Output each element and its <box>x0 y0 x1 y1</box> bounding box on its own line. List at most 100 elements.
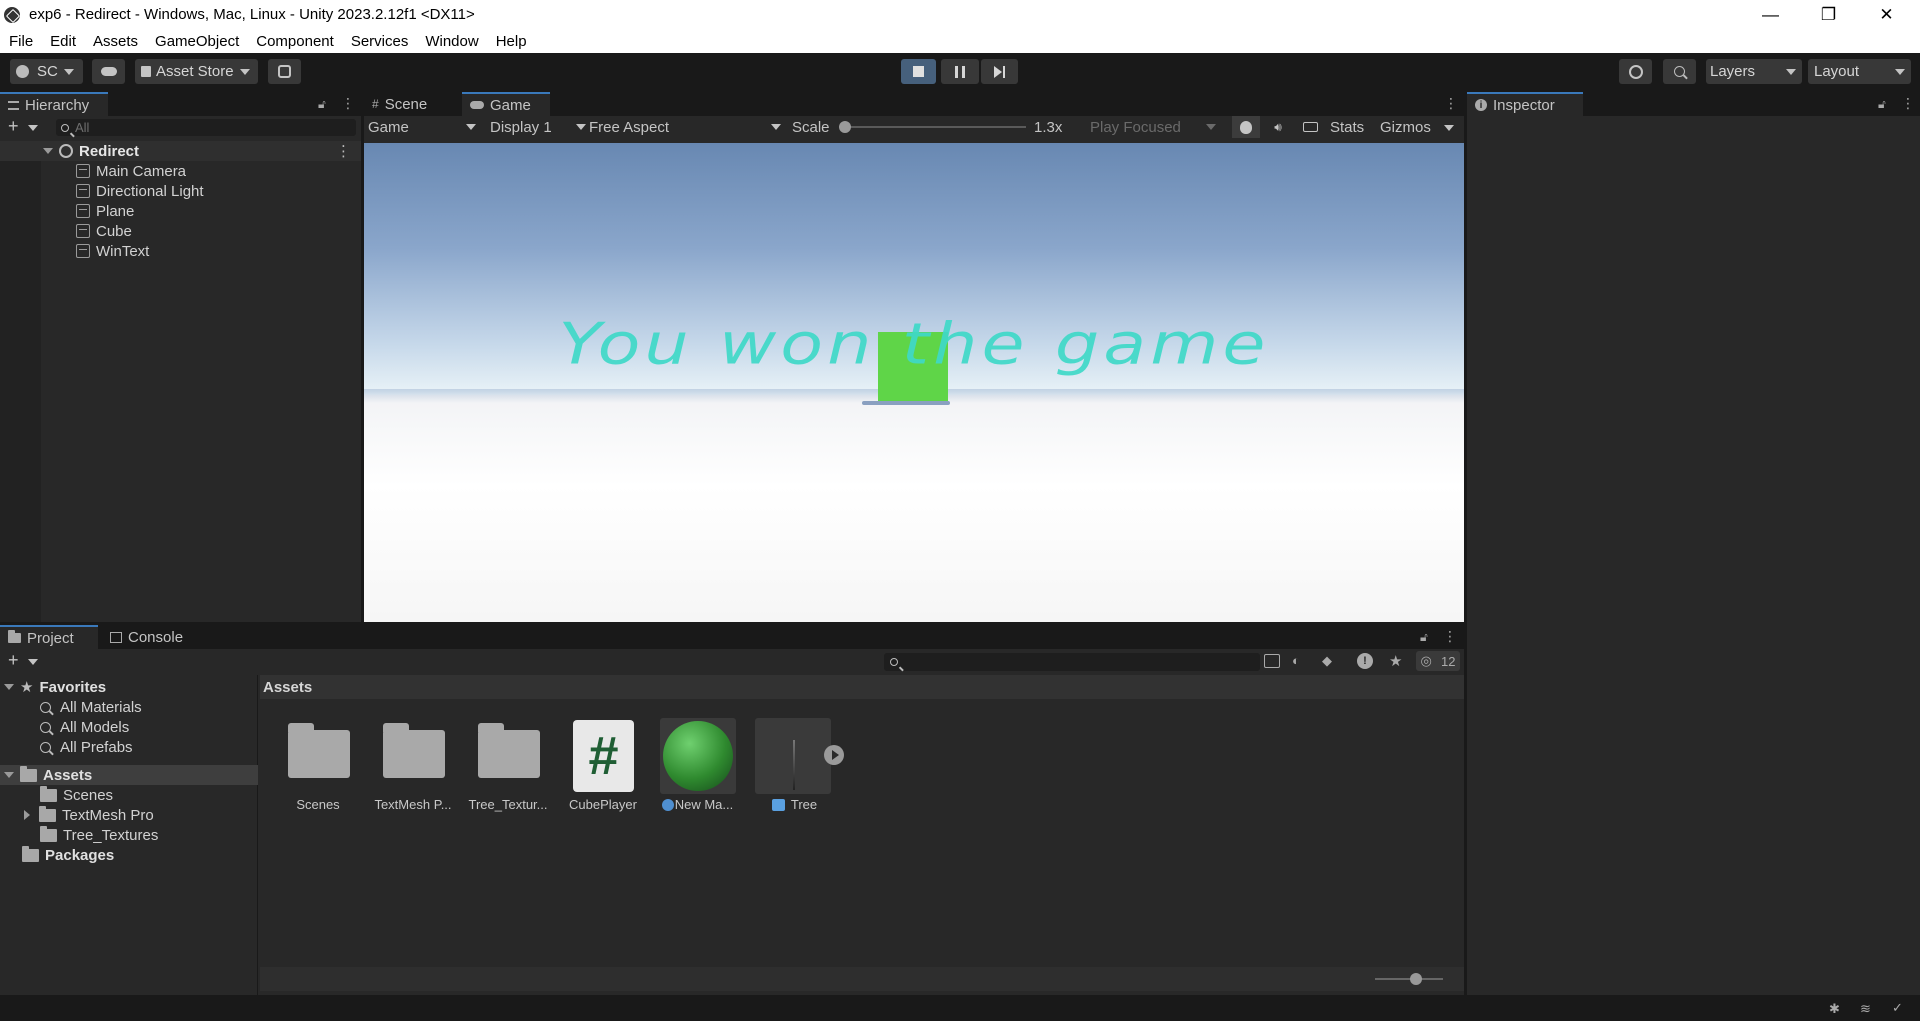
asset-folder-textmesh-pro[interactable]: TextMesh Pro <box>24 805 154 825</box>
account-dropdown[interactable]: SC <box>10 59 83 84</box>
favorite-all-models[interactable]: All Models <box>40 717 129 737</box>
search-scope-icon[interactable] <box>1264 654 1280 668</box>
asset-item-label[interactable]: Tree_Textur... <box>463 797 553 812</box>
display-dropdown[interactable]: Display 1 <box>490 116 590 138</box>
more-options-icon[interactable]: ⋮ <box>1443 628 1457 645</box>
zoom-slider[interactable] <box>1375 978 1443 980</box>
menu-file[interactable]: File <box>0 33 41 50</box>
expand-icon[interactable] <box>4 684 14 690</box>
chevron-down-icon[interactable] <box>28 125 38 131</box>
tab-scene[interactable]: # Scene <box>364 92 460 116</box>
favorite-all-prefabs[interactable]: All Prefabs <box>40 737 133 757</box>
frame-debugger-button[interactable] <box>1232 116 1260 138</box>
aspect-dropdown[interactable]: Free Aspect <box>589 116 785 138</box>
hierarchy-item-directional-light[interactable]: Directional Light <box>76 181 204 201</box>
stop-button[interactable] <box>901 59 936 84</box>
game-mode-dropdown[interactable]: Game <box>368 116 480 138</box>
hierarchy-item-main-camera[interactable]: Main Camera <box>76 161 186 181</box>
hidden-packages-button[interactable]: ◎ 12 <box>1416 651 1460 671</box>
asset-folder-icon[interactable] <box>383 723 445 778</box>
tab-project[interactable]: Project <box>0 625 98 649</box>
shortcuts-button[interactable] <box>1298 116 1322 138</box>
asset-folder-icon[interactable] <box>478 723 540 778</box>
assets-root-row[interactable]: Assets <box>0 765 258 785</box>
favorite-all-materials[interactable]: All Materials <box>40 697 142 717</box>
filter-type-icon[interactable]: ◐ <box>1292 653 1300 668</box>
cache-server-icon[interactable]: ≋ <box>1860 1001 1871 1017</box>
scale-slider-handle[interactable] <box>839 121 851 133</box>
hierarchy-item-plane[interactable]: Plane <box>76 201 134 221</box>
cloud-button[interactable] <box>92 59 125 84</box>
breadcrumb-assets[interactable]: Assets <box>263 679 312 696</box>
material-thumb[interactable] <box>660 718 736 794</box>
star-icon[interactable]: ★ <box>1389 652 1402 670</box>
lock-icon[interactable]: 🔓︎ <box>1420 630 1428 645</box>
add-icon[interactable]: + <box>8 116 19 137</box>
expand-icon[interactable] <box>24 810 30 820</box>
script-icon[interactable]: # <box>573 720 634 792</box>
menu-edit[interactable]: Edit <box>41 33 84 50</box>
more-options-icon[interactable]: ⋮ <box>1444 95 1458 112</box>
lock-icon[interactable]: 🔓︎ <box>1878 97 1886 112</box>
tree-prefab-thumb[interactable] <box>755 718 831 794</box>
asset-folder-scenes[interactable]: Scenes <box>40 785 113 805</box>
menu-component[interactable]: Component <box>247 33 342 50</box>
label-icon[interactable]: ◆ <box>1322 653 1332 669</box>
mute-audio-button[interactable]: 🔊︎ <box>1266 116 1290 138</box>
play-focused-dropdown[interactable]: Play Focused <box>1090 116 1220 138</box>
debug-mode-icon[interactable]: ✱ <box>1829 1001 1840 1017</box>
asset-folder-icon[interactable] <box>288 723 350 778</box>
scale-slider[interactable] <box>844 126 1026 128</box>
menu-services[interactable]: Services <box>342 33 417 50</box>
maximize-button[interactable]: ❐ <box>1800 0 1857 29</box>
add-icon[interactable]: + <box>8 650 19 671</box>
gizmos-dropdown-icon[interactable] <box>1444 125 1454 131</box>
version-control-button[interactable] <box>268 59 301 84</box>
layout-dropdown[interactable]: Layout <box>1808 59 1911 84</box>
checkmark-icon[interactable]: ✓ <box>1892 1000 1903 1016</box>
tab-inspector[interactable]: i Inspector <box>1467 92 1583 116</box>
menu-help[interactable]: Help <box>487 33 535 50</box>
tab-hierarchy[interactable]: Hierarchy <box>0 92 108 116</box>
asset-item-label[interactable]: Scenes <box>273 797 363 812</box>
chevron-down-icon[interactable] <box>28 659 38 665</box>
star-icon: ★ <box>20 679 34 696</box>
scene-row[interactable]: Redirect ⋮ <box>0 141 361 161</box>
hierarchy-item-wintext[interactable]: WinText <box>76 241 149 261</box>
scene-more-icon[interactable]: ⋮ <box>336 142 351 160</box>
tab-console[interactable]: Console <box>102 625 202 649</box>
hierarchy-item-cube[interactable]: Cube <box>76 221 132 241</box>
tab-game[interactable]: Game <box>462 92 550 116</box>
asset-item-label[interactable]: CubePlayer <box>558 797 648 812</box>
more-options-icon[interactable]: ⋮ <box>341 95 355 112</box>
packages-row[interactable]: Packages <box>22 845 114 865</box>
stats-button[interactable]: Stats <box>1330 116 1364 138</box>
asset-item-label[interactable]: TextMesh P... <box>368 797 458 812</box>
asset-item-label[interactable]: Tree <box>769 797 839 812</box>
undo-history-button[interactable] <box>1619 59 1652 84</box>
expand-icon[interactable] <box>43 148 53 154</box>
menu-gameobject[interactable]: GameObject <box>146 33 247 50</box>
asset-folder-tree-textures[interactable]: Tree_Textures <box>40 825 158 845</box>
expand-icon[interactable] <box>4 772 14 778</box>
lock-icon[interactable]: 🔓︎ <box>318 97 326 112</box>
zoom-slider-handle[interactable] <box>1410 973 1422 985</box>
pause-button[interactable] <box>941 59 979 84</box>
project-search-input[interactable] <box>884 653 1260 671</box>
menu-assets[interactable]: Assets <box>84 33 146 50</box>
close-button[interactable]: ✕ <box>1858 0 1915 29</box>
step-button[interactable] <box>981 59 1018 84</box>
layers-dropdown[interactable]: Layers <box>1706 59 1802 84</box>
asset-item-label[interactable]: New Ma... <box>664 797 744 812</box>
minimize-button[interactable]: — <box>1742 0 1799 29</box>
hierarchy-search-input[interactable]: All <box>56 119 356 136</box>
error-filter-icon[interactable]: ! <box>1357 653 1373 669</box>
expand-prefab-button[interactable] <box>824 745 844 765</box>
gizmos-button[interactable]: Gizmos <box>1380 116 1431 138</box>
game-viewport[interactable]: You won the game <box>364 143 1464 622</box>
more-options-icon[interactable]: ⋮ <box>1901 95 1915 112</box>
asset-store-dropdown[interactable]: Asset Store <box>135 59 258 84</box>
search-button[interactable] <box>1663 59 1696 84</box>
favorites-row[interactable]: ★ Favorites <box>4 677 106 697</box>
menu-window[interactable]: Window <box>416 33 486 50</box>
